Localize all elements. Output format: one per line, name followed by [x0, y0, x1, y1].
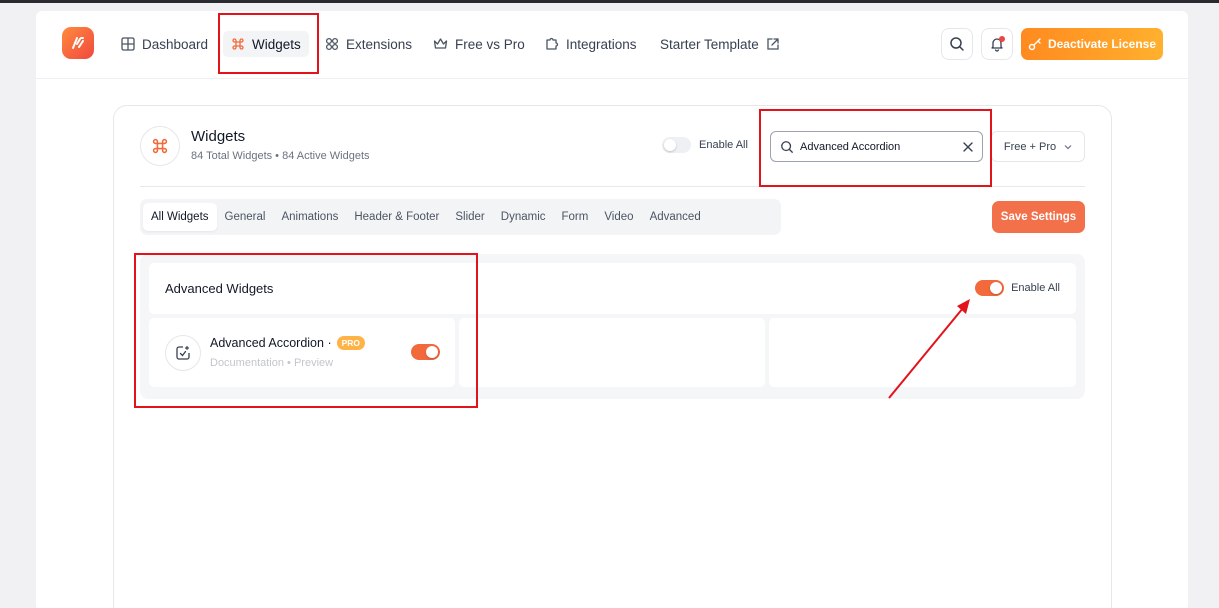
tab-all-widgets[interactable]: All Widgets — [143, 203, 217, 231]
search-icon — [950, 37, 964, 51]
notifications-button[interactable] — [981, 28, 1013, 60]
nav-widgets[interactable]: Widgets — [223, 31, 309, 57]
plan-filter-value: Free + Pro — [1003, 140, 1057, 153]
deactivate-license-button[interactable]: Deactivate License — [1021, 28, 1163, 60]
enable-all-global: Enable All — [662, 137, 748, 153]
empty-widget-slot — [459, 318, 765, 387]
command-icon — [232, 38, 244, 50]
tab-form[interactable]: Form — [554, 203, 597, 231]
widget-links[interactable]: Documentation • Preview — [210, 357, 333, 369]
external-link-icon — [767, 38, 779, 50]
section-enable-all-label: Enable All — [1011, 282, 1060, 294]
widget-counts: 84 Total Widgets • 84 Active Widgets — [191, 150, 370, 162]
command-icon — [152, 138, 168, 154]
section-title: Advanced Widgets — [165, 281, 274, 296]
nav-starter-template-label: Starter Template — [660, 36, 759, 52]
advanced-widgets-section: Advanced Widgets Enable All Advanced Acc… — [140, 254, 1085, 399]
section-enable-all: Enable All — [975, 280, 1060, 296]
tab-slider[interactable]: Slider — [447, 203, 492, 231]
nav-extensions-label: Extensions — [346, 36, 413, 52]
widget-enable-toggle[interactable] — [411, 344, 440, 360]
enable-all-global-label: Enable All — [699, 139, 748, 151]
nav-free-vs-pro-label: Free vs Pro — [455, 36, 525, 52]
toggle-knob — [664, 139, 676, 151]
nav-dashboard[interactable]: Dashboard — [121, 33, 208, 55]
header-divider — [140, 186, 1085, 187]
chevron-down-icon — [1064, 144, 1072, 149]
save-settings-button[interactable]: Save Settings — [992, 201, 1085, 233]
tab-header-footer[interactable]: Header & Footer — [346, 203, 447, 231]
search-icon — [781, 140, 793, 153]
deactivate-license-label: Deactivate License — [1047, 37, 1157, 51]
nav-starter-template[interactable]: Starter Template — [660, 33, 780, 55]
widget-name: Advanced Accordion · — [210, 336, 332, 350]
close-icon — [963, 142, 973, 152]
extensions-icon — [325, 37, 339, 51]
section-enable-all-toggle[interactable] — [975, 280, 1005, 296]
window-top-border — [0, 0, 1219, 3]
crown-icon — [433, 38, 448, 49]
grid-icon — [121, 37, 135, 51]
tab-general[interactable]: General — [217, 203, 274, 231]
tab-dynamic[interactable]: Dynamic — [493, 203, 554, 231]
plan-filter-select[interactable]: Free + Pro — [991, 131, 1085, 162]
clear-search-button[interactable] — [962, 140, 974, 158]
tab-advanced[interactable]: Advanced — [642, 203, 709, 231]
toggle-knob — [426, 346, 438, 358]
sparkle-check-icon — [176, 345, 190, 360]
enable-all-global-toggle[interactable] — [662, 137, 691, 153]
widgets-header-icon — [140, 126, 180, 166]
widget-name-row: Advanced Accordion · PRO — [210, 336, 366, 350]
empty-widget-slot — [769, 318, 1076, 387]
nav-free-vs-pro[interactable]: Free vs Pro — [433, 33, 525, 55]
puzzle-icon — [546, 37, 559, 50]
top-navbar: Dashboard Widgets Extensions Free vs Pro — [36, 11, 1188, 79]
app-shell: Dashboard Widgets Extensions Free vs Pro — [36, 11, 1188, 608]
nav-widgets-label: Widgets — [252, 36, 301, 52]
nav-extensions[interactable]: Extensions — [325, 33, 412, 55]
notification-dot — [999, 36, 1005, 42]
section-header: Advanced Widgets Enable All — [149, 263, 1076, 314]
nav-integrations[interactable]: Integrations — [545, 33, 637, 55]
widget-search-input[interactable] — [800, 140, 950, 153]
category-tabs: All Widgets General Animations Header & … — [140, 199, 781, 235]
page-title: Widgets — [191, 128, 246, 145]
search-button[interactable] — [941, 28, 973, 60]
widgets-card: Widgets 84 Total Widgets • 84 Active Wid… — [113, 105, 1112, 608]
brand-logo[interactable] — [62, 27, 94, 59]
logo-icon — [72, 37, 84, 49]
pro-badge: PRO — [336, 336, 366, 350]
nav-dashboard-label: Dashboard — [142, 36, 209, 52]
widget-search-field — [770, 131, 983, 162]
widget-card: Advanced Accordion · PRO Documentation •… — [149, 318, 455, 387]
tab-animations[interactable]: Animations — [273, 203, 346, 231]
key-icon — [1028, 38, 1041, 51]
toggle-knob — [990, 282, 1003, 294]
tab-video[interactable]: Video — [596, 203, 641, 231]
widget-icon — [165, 335, 201, 371]
nav-integrations-label: Integrations — [566, 36, 637, 52]
